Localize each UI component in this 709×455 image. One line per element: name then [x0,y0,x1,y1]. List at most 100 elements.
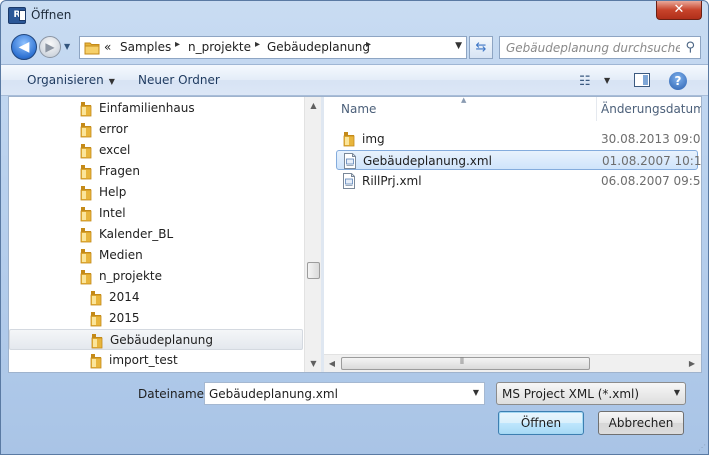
folder-icon [89,311,103,330]
forward-button[interactable]: ▶ [39,36,61,58]
command-bar: Organisieren ▼ Neuer Ordner ☷ ▼ ? [1,64,708,96]
tree-item[interactable]: Intel [9,203,303,224]
tree-item-label: Help [99,185,127,199]
breadcrumb-chevron-icon[interactable]: ▸ [366,39,371,50]
file-date: 06.08.2007 09:52 [601,174,701,188]
new-folder-button[interactable]: Neuer Ordner [138,73,220,87]
file-list[interactable]: ▲ Name Änderungsdatum img 30.08.2013 09:0… [324,97,701,372]
open-file-dialog: R Öffnen ✕ ◀ ▶ ▼ « Samples ▸ n_projekte … [0,0,709,455]
resize-grip-icon[interactable]: ⋰ [698,443,706,452]
file-row[interactable]: img 30.08.2013 09:09 [336,129,701,149]
breadcrumb-chevron-icon[interactable]: ▸ [255,39,260,50]
file-list-scrollbar[interactable]: ◀ ⦀ ▶ [324,354,701,372]
tree-item[interactable]: Help [9,182,303,203]
filename-combobox[interactable]: ▼ [204,382,485,405]
folder-icon [84,42,100,55]
tree-scrollbar[interactable]: ▲ ▼ [304,97,321,372]
column-header-date[interactable]: Änderungsdatum [601,102,701,116]
window-title: Öffnen [31,8,72,22]
scroll-thumb[interactable] [307,262,320,279]
chevron-down-icon: ▼ [673,388,680,397]
view-options-icon[interactable]: ☷ [579,74,591,89]
tree-item[interactable]: Gebäudeplanung [9,329,303,350]
tree-item[interactable]: excel [9,140,303,161]
app-icon: R [8,7,26,24]
tree-item-label: error [99,122,129,136]
tree-item[interactable]: error [9,119,303,140]
file-type-select[interactable]: MS Project XML (*.xml) ▼ [496,382,686,405]
file-row[interactable]: Gebäudeplanung.xml 01.08.2007 10:18 [336,150,701,172]
navigation-bar: ◀ ▶ ▼ « Samples ▸ n_projekte ▸ Gebäudepl… [1,31,708,63]
folder-icon [89,290,103,309]
file-name: img [362,132,385,146]
xml-file-icon [342,173,356,192]
cancel-button[interactable]: Abbrechen [598,411,684,435]
organize-label: Organisieren [27,73,104,87]
organize-button[interactable]: Organisieren ▼ [27,73,115,87]
folder-icon [79,164,93,183]
scroll-up-icon[interactable]: ▲ [305,97,322,114]
view-dropdown-icon[interactable]: ▼ [604,76,610,85]
filename-label: Dateiname: [138,387,209,401]
tree-item[interactable]: 2015 [9,308,303,329]
tree-item[interactable]: Fragen [9,161,303,182]
tree-item-label: import_test [109,353,178,367]
breadcrumb-gebaeudeplanung[interactable]: Gebäudeplanung [267,40,370,54]
tree-item-label: Gebäudeplanung [110,333,213,347]
tree-item[interactable]: import_test [9,350,303,371]
column-divider[interactable] [596,97,597,121]
tree-item[interactable]: Kalender_BL [9,224,303,245]
breadcrumb-overflow[interactable]: « [104,40,111,54]
chevron-down-icon[interactable]: ▼ [473,388,479,397]
folder-icon [79,143,93,162]
file-date: 01.08.2007 10:18 [602,154,701,168]
tree-item[interactable]: n_projekte [9,266,303,287]
open-button[interactable]: Öffnen [498,411,584,435]
search-input[interactable] [506,40,680,56]
breadcrumb-samples[interactable]: Samples [120,40,171,54]
file-row[interactable]: RillPrj.xml 06.08.2007 09:52 [336,171,701,192]
folder-icon [79,269,93,288]
scroll-right-icon[interactable]: ▶ [684,355,700,372]
column-header-name[interactable]: Name [341,102,376,116]
tree-item-label: 2015 [109,311,140,325]
filename-input[interactable] [209,386,459,402]
tree-item-label: n_projekte [99,269,162,283]
scroll-thumb[interactable]: ⦀ [341,357,590,370]
folder-icon [79,122,93,141]
file-type-value: MS Project XML (*.xml) [502,387,640,401]
folder-icon [79,185,93,204]
xml-file-icon [343,153,357,172]
folder-icon [79,101,93,120]
scroll-down-icon[interactable]: ▼ [305,355,322,372]
search-icon[interactable]: ⚲ [685,40,695,55]
address-bar[interactable]: « Samples ▸ n_projekte ▸ Gebäudeplanung … [79,36,467,59]
refresh-button[interactable]: ⇆ [469,36,493,59]
tree-item[interactable]: Einfamilienhaus [9,98,303,119]
address-dropdown-icon[interactable]: ▼ [455,41,462,51]
recent-pages-dropdown[interactable]: ▼ [64,42,74,52]
tree-item-label: Medien [99,248,143,262]
file-name: Gebäudeplanung.xml [363,154,492,168]
help-icon[interactable]: ? [669,72,687,90]
folder-icon [89,353,103,372]
tree-item[interactable]: Medien [9,245,303,266]
folder-icon [79,206,93,225]
navigation-pane[interactable]: Einfamilienhaus error excel Fragen Help Intel… [9,97,321,372]
breadcrumb-chevron-icon[interactable]: ▸ [175,39,180,50]
scroll-grip-icon: ⦀ [460,357,464,367]
file-name: RillPrj.xml [362,174,422,188]
tree-item-label: Fragen [99,164,140,178]
scroll-left-icon[interactable]: ◀ [324,355,340,372]
breadcrumb-n-projekte[interactable]: n_projekte [188,40,251,54]
tree-item-label: Intel [99,206,126,220]
chevron-down-icon: ▼ [108,77,115,86]
search-box[interactable]: ⚲ [499,36,701,59]
title-bar[interactable]: R Öffnen ✕ [1,1,708,31]
close-button[interactable]: ✕ [656,1,702,20]
tree-item[interactable]: 2014 [9,287,303,308]
back-button[interactable]: ◀ [11,34,37,60]
folder-icon [79,227,93,246]
sort-ascending-icon: ▲ [461,97,467,104]
preview-pane-icon[interactable] [634,73,650,87]
